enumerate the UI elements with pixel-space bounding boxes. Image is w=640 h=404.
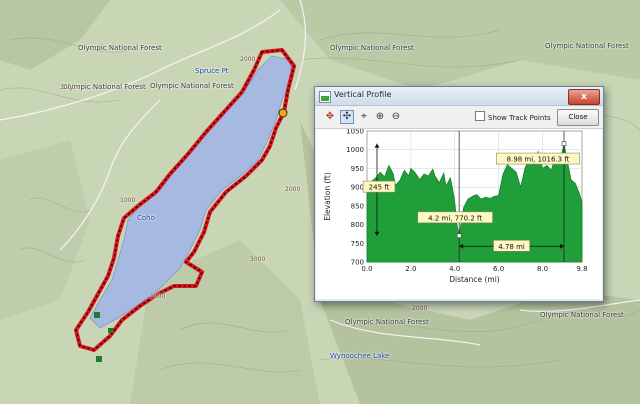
y-tick-label: 850 [351, 202, 364, 210]
position-marker-icon[interactable] [278, 108, 288, 118]
show-track-points-toggle[interactable]: Show Track Points [475, 111, 551, 122]
y-tick-label: 900 [351, 184, 364, 192]
vertical-profile-dialog[interactable]: Vertical Profile x ✥ ✣ ⌖ ⊕ ⊖ Show Track … [314, 86, 604, 302]
y-tick-label: 1000 [346, 146, 364, 154]
y-axis-label: Elevation (ft) [323, 172, 332, 221]
map-label: 3000 [250, 256, 266, 263]
map-label: Olympic National Forest [330, 44, 414, 52]
map-label: Olympic National Forest [150, 82, 234, 90]
max-point-label: 8.98 mi, 1016.3 ft [507, 156, 570, 164]
x-tick-label: 8.0 [537, 265, 548, 273]
map-label: 1000 [150, 293, 166, 300]
x-tick-label: 2.0 [405, 265, 416, 273]
map-label: 1000 [120, 197, 136, 204]
min-point-label: 4.2 mi, 770.2 ft [428, 214, 482, 222]
y-tick-label: 950 [351, 165, 364, 173]
x-tick-label: 4.0 [449, 265, 460, 273]
map-label: 2000 [412, 305, 428, 312]
y-tick-label: 1050 [346, 129, 364, 136]
profile-toolbar: ✥ ✣ ⌖ ⊕ ⊖ Show Track Points Close [315, 106, 603, 129]
show-track-points-checkbox[interactable] [475, 111, 485, 121]
dialog-titlebar[interactable]: Vertical Profile x [315, 87, 603, 106]
pan-icon[interactable]: ✣ [340, 110, 354, 124]
zoom-out-icon[interactable]: ⊖ [389, 110, 403, 124]
x-tick-label: 9.8 [576, 265, 587, 273]
map-label: 2000 [240, 56, 256, 63]
window-close-button[interactable]: x [568, 89, 600, 105]
y-tick-label: 750 [351, 240, 364, 248]
map-label: Olympic National Forest [345, 318, 429, 326]
select-icon[interactable]: ⌖ [357, 110, 371, 124]
zoom-in-icon[interactable]: ⊕ [373, 110, 387, 124]
min-point-marker [456, 233, 462, 239]
close-button[interactable]: Close [557, 109, 599, 126]
map-label: Spruce Pt [195, 67, 229, 75]
map-label: Coho [137, 214, 155, 222]
map-label: 2000 [285, 186, 301, 193]
elevation-diff-label: 245 ft [369, 184, 390, 192]
map-label: Olympic National Forest [540, 311, 624, 319]
dialog-title: Vertical Profile [334, 90, 392, 99]
y-tick-label: 800 [351, 221, 364, 229]
distance-diff-label: 4.78 mi [498, 243, 525, 251]
map-label: Olympic National Forest [545, 42, 629, 50]
elevation-profile-chart[interactable]: 700750800850900950100010500.0 2.0 4.0 6.0 8.… [316, 129, 602, 299]
map-label: Wynoochee Lake [330, 352, 390, 360]
map-label: Olympic National Forest [78, 44, 162, 52]
map-label: 3000 [60, 84, 76, 91]
x-axis-label: Distance (mi) [449, 275, 499, 284]
x-tick-label: 0.0 [361, 265, 372, 273]
x-tick-label: 6.0 [493, 265, 504, 273]
add-point-icon[interactable]: ✥ [323, 110, 337, 124]
max-point-marker [561, 141, 567, 146]
profile-window-icon [319, 91, 331, 103]
show-track-points-label: Show Track Points [488, 114, 551, 122]
